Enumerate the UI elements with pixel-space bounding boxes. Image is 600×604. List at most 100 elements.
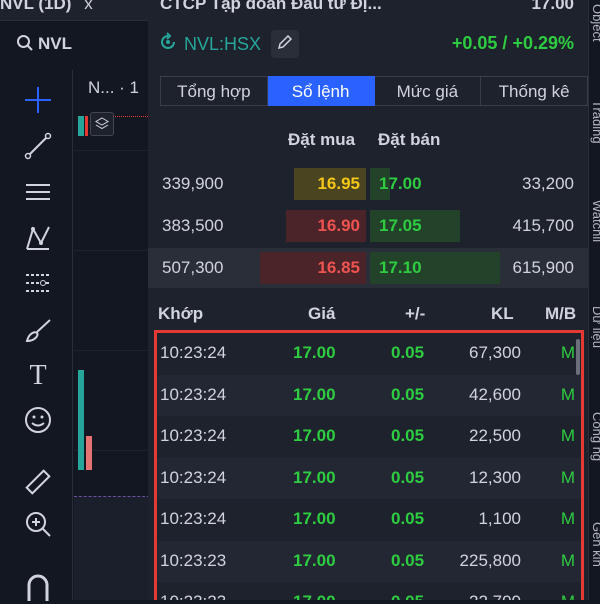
trade-volume: 67,300	[469, 343, 521, 362]
edit-button[interactable]	[271, 30, 300, 58]
trade-row[interactable]: 10:23:23 17.00 0.05 225,800 M	[157, 540, 581, 582]
trade-row[interactable]: 10:23:24 17.00 0.05 1,100 M	[157, 499, 581, 541]
trade-change: 0.05	[391, 592, 424, 600]
trade-time: 10:23:24	[160, 467, 227, 487]
brush-icon[interactable]	[20, 312, 56, 348]
trade-volume: 12,300	[469, 467, 521, 487]
trade-time: 10:23:24	[160, 384, 227, 404]
crosshair-icon[interactable]	[20, 82, 56, 118]
chart-tab-bar: NVL (1D) x	[0, 0, 148, 21]
chart-canvas[interactable]: N... · 1	[74, 70, 150, 600]
sidebar-tab[interactable]: Công ng	[590, 412, 600, 461]
trade-volume: 225,800	[459, 550, 521, 570]
trade-time: 10:23:23	[160, 550, 227, 570]
tab-orderbook[interactable]: Sổ lệnh	[267, 76, 375, 106]
bid-price[interactable]: 16.85	[294, 258, 360, 278]
trade-side: M	[560, 426, 575, 445]
layers-icon[interactable]	[90, 112, 114, 136]
trade-change: 0.05	[391, 426, 425, 445]
tab-price-levels[interactable]: Mức giá	[374, 76, 482, 106]
trade-price: 17.00	[293, 426, 336, 445]
bid-volume: 507,300	[162, 258, 224, 277]
trade-price: 17.00	[293, 509, 336, 528]
trade-change: 0.05	[391, 509, 425, 528]
trade-volume: 42,600	[469, 384, 521, 404]
symbol-search[interactable]: NVL	[0, 22, 148, 66]
trade-row[interactable]: 10:23:24 17.00 0.05 12,300 M	[157, 457, 581, 499]
ask-price[interactable]: 17.10	[379, 258, 422, 278]
chart-lower-pane	[74, 496, 150, 600]
sidebar-tab[interactable]: Watchli	[590, 200, 600, 242]
sidebar-tab[interactable]: Gen kin	[590, 522, 600, 567]
chart-tab-label: NVL (1D)	[0, 0, 72, 13]
sidebar-tab[interactable]: Trading	[590, 100, 600, 144]
scrollbar-thumb[interactable]	[576, 339, 580, 375]
trade-change: 0.05	[391, 550, 425, 570]
refresh-icon[interactable]	[158, 31, 178, 57]
trade-side: M	[560, 384, 575, 404]
ticker-row: NVL:HSX	[158, 30, 300, 58]
bid-price[interactable]: 16.95	[294, 174, 360, 194]
pattern-icon[interactable]	[20, 220, 56, 256]
trade-side: M	[560, 509, 575, 528]
ask-volume: 415,700	[512, 216, 574, 235]
close-icon[interactable]: x	[84, 0, 93, 13]
zoom-in-icon[interactable]	[20, 506, 56, 542]
ask-price[interactable]: 17.05	[379, 216, 422, 236]
sidebar-tab[interactable]: Object	[590, 4, 600, 42]
bid-header: Đặt mua	[288, 130, 356, 149]
ask-price[interactable]: 17.00	[379, 174, 422, 194]
pencil-icon	[277, 34, 293, 55]
price-change: +0.05 / +0.29%	[451, 33, 574, 53]
ask-volume: 615,900	[512, 258, 574, 277]
trades-header-side: M/B	[545, 304, 577, 323]
magnet-icon[interactable]	[20, 568, 56, 604]
trade-volume: 1,100	[478, 509, 521, 528]
trade-price: 17.00	[293, 467, 336, 487]
trend-line-icon[interactable]	[20, 128, 56, 164]
fib-icon[interactable]	[20, 266, 56, 302]
bid-price[interactable]: 16.90	[294, 216, 360, 236]
emoji-icon[interactable]	[20, 402, 56, 438]
orderbook-row: 339,900 16.95 17.00 33,200	[148, 164, 588, 204]
sidebar-tab[interactable]: Dữ liệu	[590, 306, 600, 348]
ask-header: Đặt bán	[378, 130, 441, 149]
ruler-icon[interactable]	[20, 464, 56, 500]
tab-statistics[interactable]: Thống kê	[481, 76, 588, 106]
ask-volume: 33,200	[522, 174, 574, 193]
bid-volume: 383,500	[162, 216, 224, 235]
trade-price: 17.00	[293, 592, 336, 600]
trade-change: 0.05	[391, 384, 425, 404]
trades-header: Khớp Giá +/- KL M/B	[148, 304, 588, 328]
trades-header-price: Giá	[308, 304, 336, 323]
trade-row[interactable]: 10:23:24 17.00 0.05 42,600 M	[157, 374, 581, 416]
orderbook-row: 507,300 16.85 17.10 615,900	[148, 248, 588, 288]
orderbook-row: 383,500 16.90 17.05 415,700	[148, 206, 588, 246]
horizontal-lines-icon[interactable]	[20, 174, 56, 210]
trade-row[interactable]: 10:23:24 17.00 0.05 22,500 M	[157, 416, 581, 458]
order-panel: CTCP Tập đoàn Đầu tư Đị... 17.00 NVL:HSX…	[148, 0, 588, 600]
company-name: CTCP Tập đoàn Đầu tư Đị...	[160, 0, 382, 13]
trade-side: M	[560, 467, 575, 487]
search-icon	[16, 34, 34, 57]
trade-side: M	[561, 592, 575, 600]
trade-row[interactable]: 10:23:24 17.00 0.05 67,300 M	[157, 333, 581, 375]
trade-row[interactable]: 10:23:23 17.00 0.05 22,700 M	[157, 582, 581, 600]
orderbook-header: Đặt mua Đặt bán	[148, 130, 588, 154]
trade-price: 17.00	[293, 384, 336, 404]
right-sidebar: Object Trading Watchli Dữ liệu Công ng G…	[588, 0, 600, 600]
ticker-symbol[interactable]: NVL:HSX	[184, 34, 261, 55]
volume-bar	[78, 370, 84, 470]
trade-time: 10:23:24	[160, 426, 227, 445]
trades-list[interactable]: 10:23:23 17.00 0.05 22,700 M 10:23:23 17.00 0.0…	[154, 330, 584, 600]
text-tool-icon[interactable]: T	[20, 358, 56, 394]
trade-volume: 22,500	[469, 426, 521, 445]
panel-tabs: Tổng hợp Sổ lệnh Mức giá Thống kê	[160, 76, 588, 106]
trade-side: M	[560, 550, 575, 570]
tab-summary[interactable]: Tổng hợp	[160, 76, 268, 106]
trade-time: 10:23:24	[160, 509, 227, 528]
chart-tab[interactable]: NVL (1D) x	[0, 0, 93, 14]
trades-header-time: Khớp	[158, 304, 204, 323]
trade-change: 0.05	[391, 343, 425, 362]
trade-side: M	[560, 343, 575, 362]
